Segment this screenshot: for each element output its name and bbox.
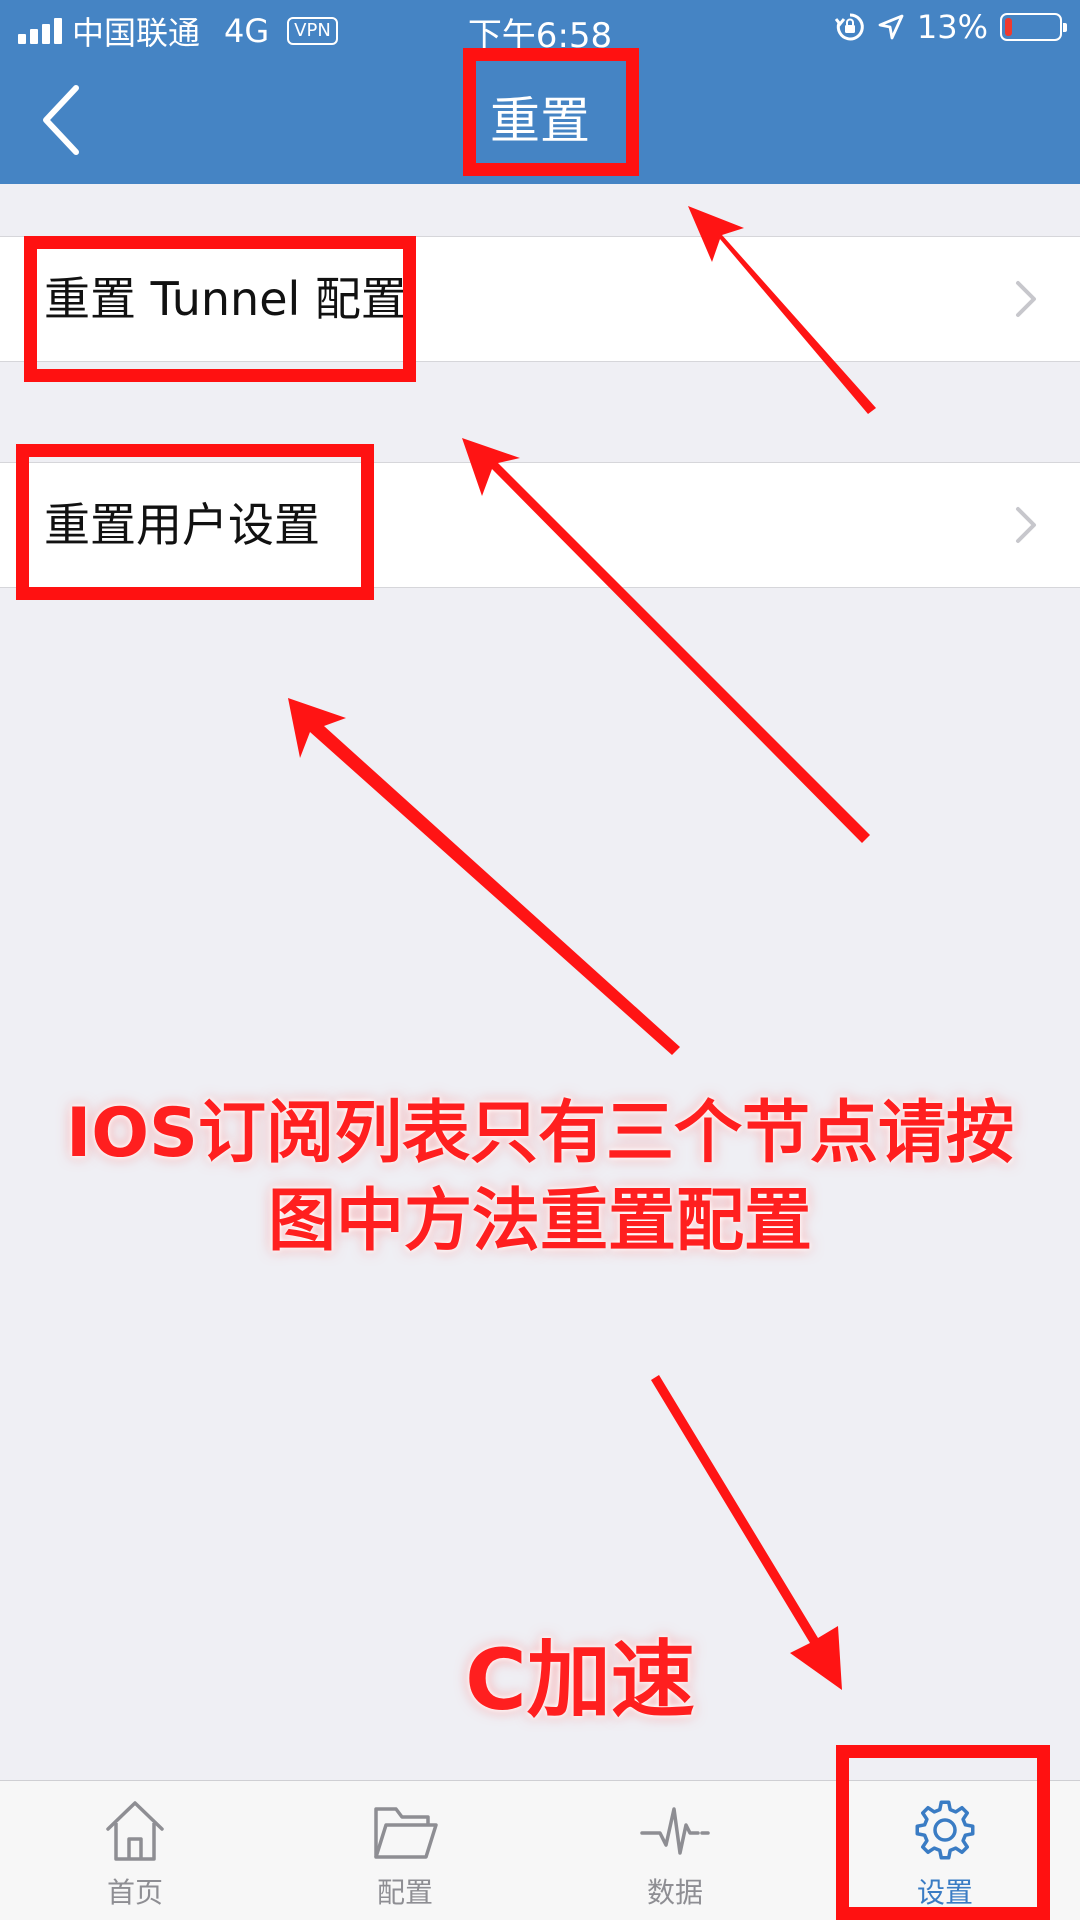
folder-icon	[374, 1807, 438, 1859]
status-left: 中国联通 4G VPN	[18, 8, 338, 54]
annotation-arrow	[288, 698, 680, 1055]
screen: 中国联通 4G VPN 下午6:58 13% 重置 重置 Tunnel 配置 重…	[0, 0, 1080, 1920]
annotation-box-title	[463, 48, 639, 176]
brand-text: C加速	[465, 1631, 695, 1729]
tab-config[interactable]: 配置	[270, 1781, 540, 1920]
tab-label: 数据	[646, 1876, 703, 1909]
battery-level	[1005, 18, 1012, 36]
activity-icon	[640, 1807, 710, 1855]
tab-home[interactable]: 首页	[0, 1781, 270, 1920]
instruction-text: IOS订阅列表只有三个节点请按 图中方法重置配置	[20, 1090, 1060, 1266]
vpn-badge: VPN	[287, 17, 338, 45]
annotation-box-tunnel	[24, 236, 416, 382]
status-right: 13%	[834, 8, 1067, 46]
battery-icon	[1000, 13, 1067, 41]
carrier-name: 中国联通	[72, 14, 201, 52]
chevron-right-icon	[1016, 507, 1036, 543]
tab-label: 配置	[376, 1876, 433, 1909]
battery-percent: 13%	[916, 8, 988, 46]
instruction-line: 图中方法重置配置	[267, 1182, 812, 1261]
network-type: 4G	[224, 12, 270, 50]
signal-icon	[18, 18, 62, 44]
orientation-lock-icon	[834, 13, 864, 41]
chevron-right-icon	[1016, 281, 1036, 317]
home-icon	[106, 1801, 164, 1861]
tab-data[interactable]: 数据	[540, 1781, 810, 1920]
instruction-line: IOS订阅列表只有三个节点请按	[65, 1094, 1015, 1173]
annotation-box-user-settings	[16, 444, 374, 600]
tab-label: 首页	[106, 1876, 163, 1909]
location-icon	[878, 14, 904, 40]
annotation-box-settings-tab	[836, 1745, 1050, 1920]
